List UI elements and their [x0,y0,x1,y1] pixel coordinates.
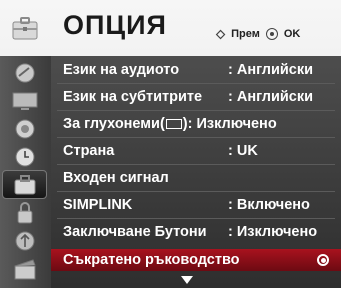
option-menu-screen: ОПЦИЯ ⬦ Прем OK Език на аудиото: Англий… [0,0,341,288]
menu-item-label: Съкратено ръководство [63,252,240,268]
category-sidebar [0,56,51,288]
divider [57,191,335,192]
sidebar-item-option[interactable] [2,170,47,199]
menu-item-value: : Английски [228,62,314,78]
menu-item-audio-language[interactable]: Език на аудиото : Английски [51,58,341,82]
menu-item-hard-of-hearing[interactable]: За глухонеми(): Изключено [51,112,341,136]
film-clapper-icon [14,258,35,279]
menu-item-label: Входен сигнал [63,170,169,186]
menu-item-quick-guide[interactable]: Съкратено ръководство [51,249,341,271]
clock-icon [15,147,34,166]
scroll-down-arrow-icon[interactable] [181,276,193,284]
hint-move-label: Прем [231,28,260,40]
divider [57,110,335,111]
menu-item-input-signal[interactable]: Входен сигнал [51,166,341,190]
menu-item-simplink[interactable]: SIMPLINK : Включено [51,193,341,217]
menu-item-label: SIMPLINK [63,197,133,213]
sidebar-item-media[interactable] [3,255,46,282]
tv-screen-icon [12,92,37,110]
sidebar-item-time[interactable] [3,143,46,170]
sidebar-item-channels[interactable] [3,59,46,86]
radio-selected-icon [317,254,329,266]
speaker-icon [15,119,34,138]
sidebar-item-picture[interactable] [3,87,46,114]
menu-item-value: : UK [228,143,258,159]
menu-item-label: Страна [63,143,115,159]
menu-item-label: Език на субтитрите [63,89,203,105]
ok-button-icon [265,28,278,40]
briefcase-option-icon [0,0,50,56]
sidebar-item-lock[interactable] [3,199,46,226]
menu-item-key-lock[interactable]: Заключване Бутони : Изключено [51,220,341,244]
menu-item-value: : Включено [228,197,310,213]
menu-item-label: Език на аудиото [63,62,180,78]
menu-header: ОПЦИЯ ⬦ Прем OK [0,0,341,56]
option-briefcase-icon [14,174,35,194]
sidebar-item-usb[interactable] [3,227,46,254]
menu-item-value: : Изключено [228,224,318,240]
menu-item-country[interactable]: Страна : UK [51,139,341,163]
option-menu-list: Език на аудиото : Английски Език на субт… [51,56,341,288]
menu-item-value: : Английски [228,89,314,105]
lock-icon [17,201,32,223]
page-title: ОПЦИЯ [63,10,167,40]
divider [57,218,335,219]
divider [57,83,335,84]
navigation-hint: ⬦ Прем OK [216,26,300,42]
usb-icon [15,231,34,250]
hint-ok-label: OK [283,28,301,40]
menu-item-label: Заключване Бутони [63,224,207,240]
menu-item-label: За глухонеми(): Изключено [63,116,277,132]
divider [57,164,335,165]
satellite-dish-icon [15,63,34,82]
sidebar-item-audio[interactable] [3,115,46,142]
move-arrows-icon: ⬦ [216,26,226,41]
menu-item-subtitle-language[interactable]: Език на субтитрите : Английски [51,85,341,109]
divider [57,137,335,138]
subtitle-box-icon [165,119,182,129]
